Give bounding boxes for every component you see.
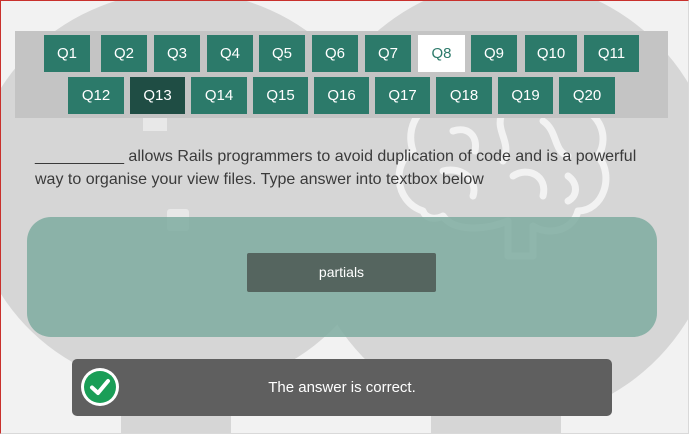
question-button-q15[interactable]: Q15 (253, 77, 308, 114)
question-button-q16[interactable]: Q16 (314, 77, 369, 114)
feedback-banner: The answer is correct. (72, 359, 612, 416)
answer-textbox[interactable]: partials (247, 253, 436, 292)
question-button-q3[interactable]: Q3 (154, 35, 200, 72)
question-button-q18[interactable]: Q18 (436, 77, 492, 114)
question-button-q1[interactable]: Q1 (44, 35, 90, 72)
question-button-q2[interactable]: Q2 (101, 35, 147, 72)
question-button-q20[interactable]: Q20 (559, 77, 615, 114)
quiz-frame: Q1 Q2 Q3 Q4 Q5 Q6 Q7 Q8 Q9 Q10 Q11 Q12 Q13 Q14 Q15 Q16 Q… (0, 0, 689, 434)
question-button-q9[interactable]: Q9 (471, 35, 517, 72)
question-button-q6[interactable]: Q6 (312, 35, 358, 72)
question-button-q12[interactable]: Q12 (68, 77, 124, 114)
question-button-q17[interactable]: Q17 (375, 77, 430, 114)
question-button-q7[interactable]: Q7 (365, 35, 411, 72)
question-button-q8[interactable]: Q8 (418, 35, 465, 72)
question-button-q19[interactable]: Q19 (498, 77, 553, 114)
feedback-text: The answer is correct. (268, 379, 416, 396)
question-button-q10[interactable]: Q10 (525, 35, 577, 72)
question-button-q11[interactable]: Q11 (584, 35, 639, 72)
question-button-q4[interactable]: Q4 (207, 35, 253, 72)
question-button-q14[interactable]: Q14 (191, 77, 247, 114)
question-button-q13[interactable]: Q13 (130, 77, 185, 114)
question-text: __________ allows Rails programmers to a… (35, 148, 637, 188)
question-button-q5[interactable]: Q5 (259, 35, 305, 72)
